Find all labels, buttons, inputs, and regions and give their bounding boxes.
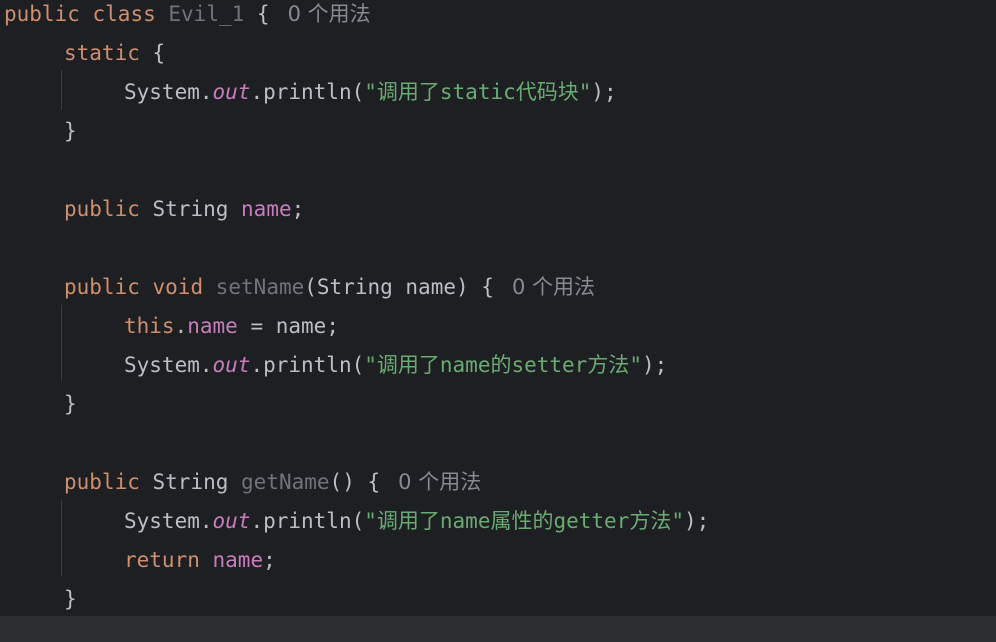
- string-literal: "调用了static代码块": [364, 80, 592, 104]
- keyword-public: public: [4, 2, 80, 26]
- statement-end: ;: [263, 548, 276, 572]
- close-brace: }: [64, 587, 77, 611]
- indent-guide: [61, 305, 62, 381]
- code-line-getter-declaration[interactable]: public String getName() {0 个用法: [64, 468, 481, 507]
- code-line-setter-declaration[interactable]: public void setName (String name) {0 个用法: [64, 273, 595, 312]
- statement-end: );: [683, 509, 710, 533]
- parameters: (): [329, 470, 355, 494]
- keyword-public: public: [64, 470, 140, 494]
- parameters: (String name): [304, 275, 469, 299]
- keyword-static: static: [64, 41, 140, 65]
- indent-guide: [61, 70, 62, 110]
- field-name: name: [212, 548, 264, 572]
- code-line-println[interactable]: System. out .println("调用了name的setter方法");: [124, 351, 667, 390]
- type-string: String: [152, 470, 229, 494]
- open-brace: {: [481, 275, 494, 299]
- code-line-assignment[interactable]: this. name = name;: [124, 312, 339, 351]
- string-literal: "调用了name属性的getter方法": [364, 509, 684, 533]
- field-name: name: [241, 197, 292, 221]
- open-brace: {: [152, 41, 166, 65]
- println-call: .println(: [250, 353, 365, 377]
- usage-hint[interactable]: 0 个用法: [288, 0, 371, 28]
- class-name: Evil_1: [168, 2, 245, 26]
- usage-hint[interactable]: 0 个用法: [398, 468, 481, 496]
- code-line-return[interactable]: return name;: [124, 546, 276, 585]
- println-call: .println(: [250, 509, 365, 533]
- string-literal: "调用了name的setter方法": [364, 353, 642, 377]
- println-call: .println(: [250, 80, 365, 104]
- code-line-println[interactable]: System. out .println("调用了static代码块");: [124, 78, 617, 117]
- bottom-bar: [0, 616, 996, 642]
- assignment-rest: = name;: [237, 314, 339, 338]
- indent-guide: [61, 500, 62, 576]
- out-field: out: [212, 353, 251, 377]
- dot: .: [174, 314, 188, 338]
- keyword-this: this: [124, 314, 175, 338]
- keyword-public: public: [64, 275, 140, 299]
- statement-end: ;: [291, 197, 305, 221]
- close-brace: }: [64, 119, 77, 143]
- usage-hint[interactable]: 0 个用法: [512, 273, 595, 301]
- out-field: out: [212, 509, 251, 533]
- statement-end: );: [591, 80, 617, 104]
- code-line-static-block[interactable]: static {: [64, 39, 165, 78]
- system-class: System.: [124, 80, 213, 104]
- system-class: System.: [124, 509, 213, 533]
- code-line-println[interactable]: System. out .println("调用了name属性的getter方法")…: [124, 507, 709, 546]
- code-line-class-declaration[interactable]: public class Evil_1 {0 个用法: [4, 0, 371, 39]
- close-brace: }: [64, 392, 77, 416]
- code-line-close-brace[interactable]: }: [64, 117, 77, 156]
- keyword-public: public: [64, 197, 140, 221]
- method-name: setName: [215, 275, 305, 299]
- type-string: String: [152, 197, 229, 221]
- code-line-close-brace[interactable]: }: [64, 390, 77, 429]
- system-class: System.: [124, 353, 213, 377]
- code-editor[interactable]: public class Evil_1 {0 个用法 static { Syst…: [0, 0, 996, 642]
- out-field: out: [212, 80, 251, 104]
- field-name: name: [187, 314, 238, 338]
- keyword-void: void: [152, 275, 204, 299]
- keyword-class: class: [92, 2, 156, 26]
- code-line-field-declaration[interactable]: public String name;: [64, 195, 304, 234]
- open-brace: {: [367, 470, 381, 494]
- statement-end: );: [641, 353, 668, 377]
- method-name: getName: [241, 470, 330, 494]
- keyword-return: return: [124, 548, 200, 572]
- open-brace: {: [256, 2, 270, 26]
